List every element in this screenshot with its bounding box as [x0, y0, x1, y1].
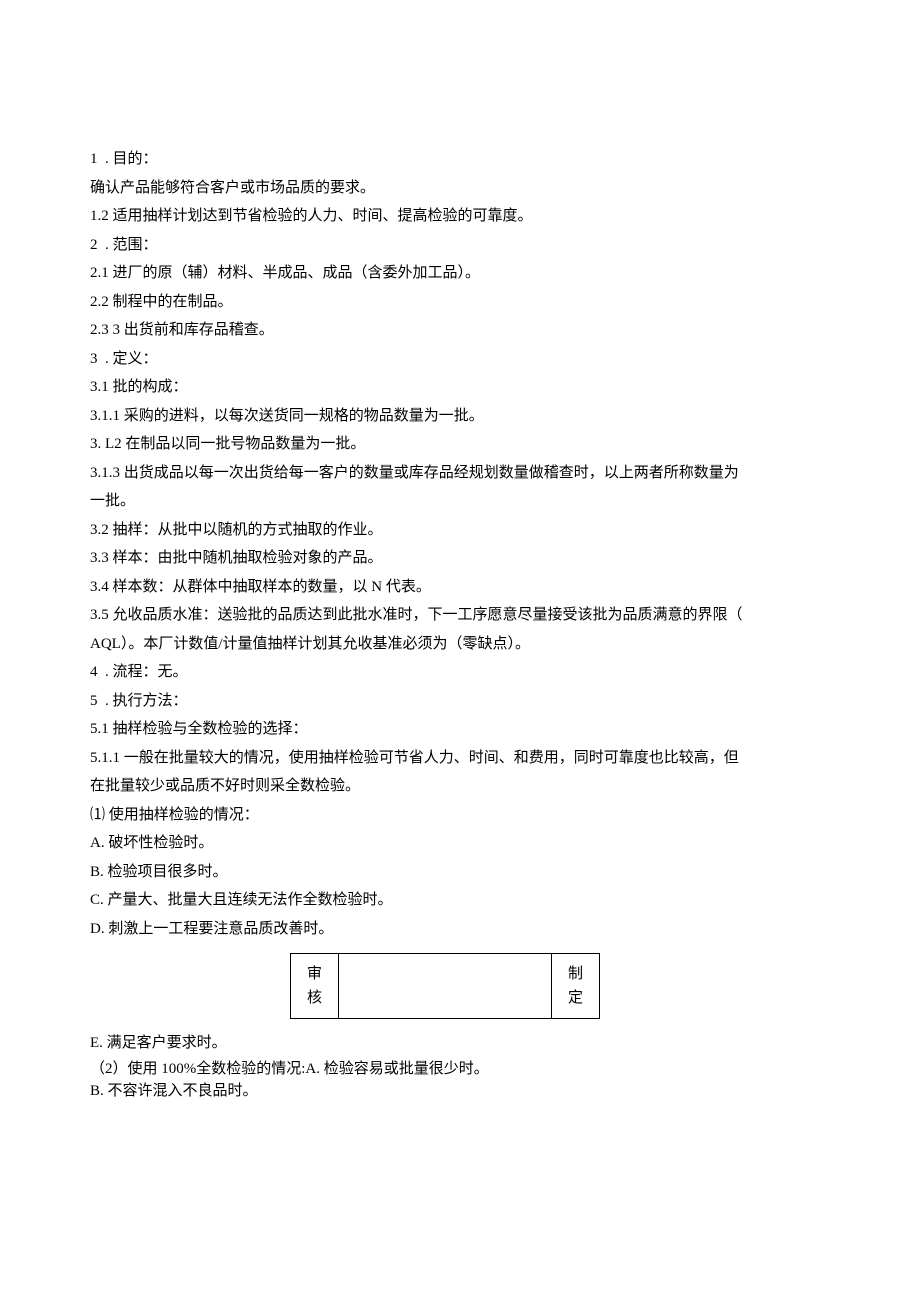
section-3-i4: 3.4 样本数：从群体中抽取样本的数量，以 N 代表。 [90, 573, 830, 602]
section-2-i1: 2.1 进厂的原（辅）材料、半成品、成品（含委外加工品）。 [90, 259, 830, 288]
section-3-i11: 3.1.1 采购的进料，以每次送货同一规格的物品数量为一批。 [90, 402, 830, 431]
section-3-i2: 3.2 抽样：从批中以随机的方式抽取的作业。 [90, 516, 830, 545]
document-page: 1. 目的： 确认产品能够符合客户或市场品质的要求。 1.2 适用抽样计划达到节… [0, 0, 920, 1301]
section-3-i1: 3.1 批的构成： [90, 373, 830, 402]
section-4-num: 4 [90, 664, 105, 680]
section-5-c2B: B. 不容许混入不良品时。 [90, 1080, 830, 1103]
approval-table: 审 核 制 定 [290, 953, 600, 1019]
section-4-title: . 流程：无。 [105, 664, 188, 680]
section-5-cC: C. 产量大、批量大且连续无法作全数检验时。 [90, 886, 830, 915]
approval-make-label: 制 定 [552, 954, 600, 1019]
section-5-c2: （2）使用 100%全数检验的情况:A. 检验容易或批量很少时。 [90, 1058, 830, 1081]
section-5-cA: A. 破坏性检验时。 [90, 829, 830, 858]
section-3-i5a: 3.5 允收品质水准：送验批的品质达到此批水准时，下一工序愿意尽量接受该批为品质… [90, 601, 830, 630]
section-5-i11b: 在批量较少或品质不好时则采全数检验。 [90, 772, 830, 801]
section-3-title: . 定义： [105, 351, 158, 367]
section-3-i5b: AQL）。本厂计数值/计量值抽样计划其允收基准必须为（零缺点）。 [90, 630, 830, 659]
section-2-header: 2. 范围： [90, 231, 830, 260]
section-1-title: . 目的： [105, 151, 158, 167]
section-5-header: 5. 执行方法： [90, 687, 830, 716]
section-3-i3: 3.3 样本：由批中随机抽取检验对象的产品。 [90, 544, 830, 573]
section-5-cB: B. 检验项目很多时。 [90, 858, 830, 887]
section-4-header: 4. 流程：无。 [90, 658, 830, 687]
approval-audit-label: 审 核 [291, 954, 339, 1019]
section-3-num: 3 [90, 351, 105, 367]
section-3-i12: 3. L2 在制品以同一批号物品数量为一批。 [90, 430, 830, 459]
section-1-p1: 确认产品能够符合客户或市场品质的要求。 [90, 174, 830, 203]
section-5-cD: D. 刺激上一工程要注意品质改善时。 [90, 915, 830, 944]
section-5-num: 5 [90, 693, 105, 709]
section-5-i11a: 5.1.1 一般在批量较大的情况，使用抽样检验可节省人力、时间、和费用，同时可靠… [90, 744, 830, 773]
section-1-num: 1 [90, 151, 105, 167]
section-3-i13b: 一批。 [90, 487, 830, 516]
section-5-cE: E. 满足客户要求时。 [90, 1029, 830, 1058]
section-1-p2: 1.2 适用抽样计划达到节省检验的人力、时间、提高检验的可靠度。 [90, 202, 830, 231]
section-2-i2: 2.2 制程中的在制品。 [90, 288, 830, 317]
section-5-title: . 执行方法： [105, 693, 188, 709]
section-2-i3: 2.3 3 出货前和库存品稽查。 [90, 316, 830, 345]
section-3-i13a: 3.1.3 出货成品以每一次出货给每一客户的数量或库存品经规划数量做稽查时，以上… [90, 459, 830, 488]
section-3-header: 3. 定义： [90, 345, 830, 374]
approval-audit-blank [339, 954, 552, 1019]
section-2-num: 2 [90, 237, 105, 253]
section-5-i1: 5.1 抽样检验与全数检验的选择： [90, 715, 830, 744]
section-5-c1: ⑴ 使用抽样检验的情况： [90, 801, 830, 830]
section-1-header: 1. 目的： [90, 145, 830, 174]
section-2-title: . 范围： [105, 237, 158, 253]
